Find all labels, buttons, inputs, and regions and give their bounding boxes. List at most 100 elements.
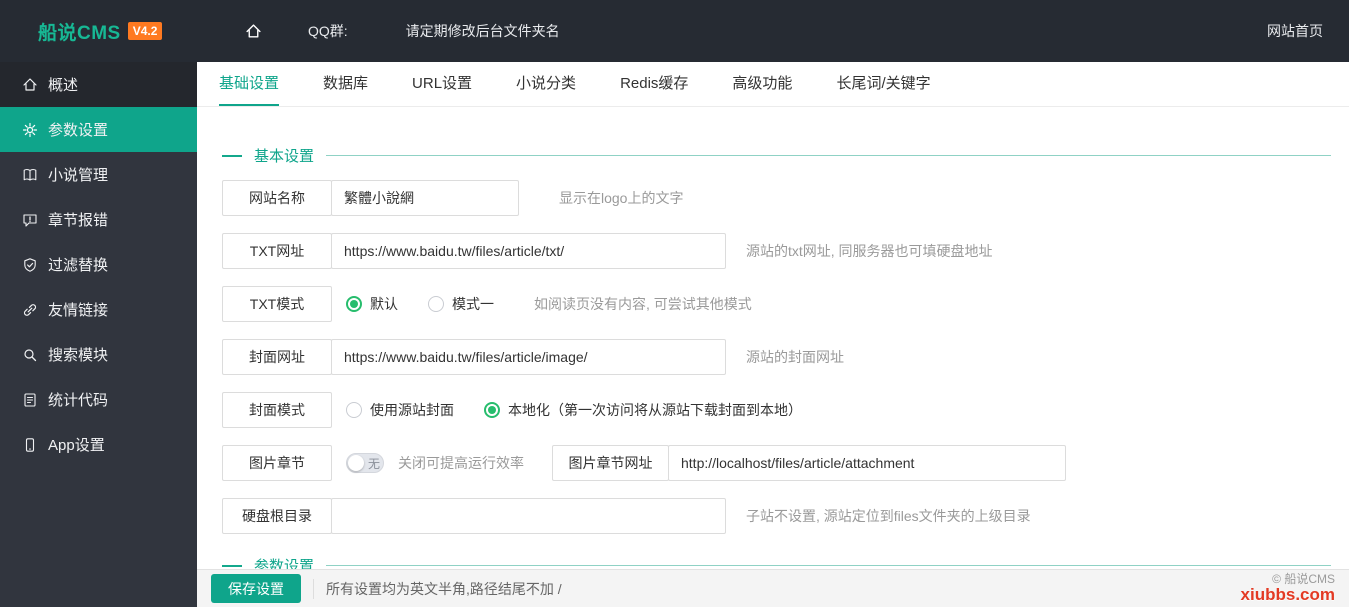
sidebar-item-label: 概述	[48, 77, 79, 94]
logo-area: 船说CMS V4.2	[0, 0, 197, 62]
tab-basic-settings[interactable]: 基础设置	[219, 62, 280, 106]
home-icon	[22, 77, 38, 93]
sidebar-item-settings[interactable]: 参数设置	[0, 107, 197, 152]
disk-root-input[interactable]	[331, 498, 726, 534]
tab-longtail-keywords[interactable]: 长尾词/关键字	[836, 62, 930, 106]
qq-group-label: QQ群:	[308, 23, 348, 39]
app-logo: 船说CMS	[38, 22, 121, 44]
sidebar-item-label: 参数设置	[48, 122, 109, 139]
radio-unchecked-icon	[346, 402, 362, 418]
site-name-label: 网站名称	[222, 180, 332, 216]
image-chapter-url-label: 图片章节网址	[552, 445, 669, 481]
sidebar-item-app-settings[interactable]: App设置	[0, 422, 197, 467]
settings-form: 基本设置 网站名称 显示在logo上的文字 TXT网址 源站的txt网址, 同服…	[197, 107, 1349, 569]
footer-note: 所有设置均为英文半角,路径结尾不加 /	[313, 578, 562, 599]
sidebar-item-label: 搜索模块	[48, 347, 109, 364]
main-panel: 基础设置 数据库 URL设置 小说分类 Redis缓存 高级功能 长尾词/关键字…	[197, 62, 1349, 607]
copyright-text: © 船说CMS	[1272, 572, 1335, 587]
site-name-hint: 显示在logo上的文字	[559, 190, 684, 206]
cover-url-hint: 源站的封面网址	[746, 349, 844, 365]
toggle-state-label: 无	[368, 456, 381, 471]
form-row-disk-root: 硬盘根目录 子站不设置, 源站定位到files文件夹的上级目录	[222, 498, 1331, 534]
sidebar-item-label: 章节报错	[48, 212, 109, 229]
txt-url-input[interactable]	[331, 233, 726, 269]
version-badge: V4.2	[127, 22, 163, 40]
tab-novel-categories[interactable]: 小说分类	[516, 62, 576, 106]
link-icon	[22, 302, 38, 318]
tab-advanced[interactable]: 高级功能	[732, 62, 792, 106]
section-title: 基本设置	[254, 148, 315, 165]
home-icon[interactable]	[245, 23, 262, 40]
tab-redis-cache[interactable]: Redis缓存	[620, 62, 688, 106]
sidebar-item-novel-manage[interactable]: 小说管理	[0, 152, 197, 197]
radio-label: 使用源站封面	[370, 402, 454, 418]
sidebar-item-overview[interactable]: 概述	[0, 62, 197, 107]
section-dash	[222, 154, 242, 157]
section-rule	[326, 565, 1331, 566]
form-row-txt-mode: TXT模式 默认 模式一 如阅读页没有内容, 可尝试其他模式	[222, 286, 1331, 322]
txt-url-hint: 源站的txt网址, 同服务器也可填硬盘地址	[746, 243, 993, 259]
txt-mode-hint: 如阅读页没有内容, 可尝试其他模式	[534, 296, 752, 312]
admin-notice: 请定期修改后台文件夹名	[405, 23, 560, 39]
sidebar: 概述 参数设置 小说管理 章节报错 过滤替换 友情链接 搜索模块 统计代码 Ap…	[0, 62, 197, 607]
sidebar-item-label: 友情链接	[48, 302, 109, 319]
sidebar-item-label: App设置	[48, 437, 105, 454]
footer-right: © 船说CMS xiubbs.com	[1241, 573, 1335, 603]
radio-label: 本地化（第一次访问将从源站下载封面到本地）	[508, 402, 802, 418]
phone-icon	[22, 437, 38, 453]
footer-bar: 保存设置 所有设置均为英文半角,路径结尾不加 / © 船说CMS xiubbs.…	[197, 569, 1349, 607]
sidebar-item-search-module[interactable]: 搜索模块	[0, 332, 197, 377]
image-chapter-label: 图片章节	[222, 445, 332, 481]
section-title: 参数设置	[254, 558, 315, 569]
radio-label: 模式一	[452, 296, 494, 312]
search-icon	[22, 347, 38, 363]
sidebar-item-label: 统计代码	[48, 392, 109, 409]
image-chapter-toggle[interactable]: 无	[346, 453, 384, 473]
sidebar-item-filter-replace[interactable]: 过滤替换	[0, 242, 197, 287]
sidebar-item-chapter-errors[interactable]: 章节报错	[0, 197, 197, 242]
section-dash	[222, 564, 242, 567]
cover-url-label: 封面网址	[222, 339, 332, 375]
cover-mode-label: 封面模式	[222, 392, 332, 428]
sidebar-item-stats-code[interactable]: 统计代码	[0, 377, 197, 422]
radio-cover-mode-local[interactable]: 本地化（第一次访问将从源站下载封面到本地）	[484, 400, 802, 420]
cover-url-input[interactable]	[331, 339, 726, 375]
section-param-settings: 参数设置	[222, 555, 1331, 569]
gear-icon	[22, 122, 38, 138]
shield-check-icon	[22, 257, 38, 273]
image-chapter-url-input[interactable]	[668, 445, 1066, 481]
site-name-input[interactable]	[331, 180, 519, 216]
save-settings-button[interactable]: 保存设置	[211, 574, 301, 603]
txt-mode-label: TXT模式	[222, 286, 332, 322]
sidebar-item-label: 过滤替换	[48, 257, 109, 274]
form-row-txt-url: TXT网址 源站的txt网址, 同服务器也可填硬盘地址	[222, 233, 1331, 269]
radio-checked-icon	[346, 296, 362, 312]
form-row-cover-url: 封面网址 源站的封面网址	[222, 339, 1331, 375]
sidebar-item-label: 小说管理	[48, 167, 109, 184]
section-rule	[326, 155, 1331, 156]
sidebar-item-friend-links[interactable]: 友情链接	[0, 287, 197, 332]
tab-url-settings[interactable]: URL设置	[412, 62, 472, 106]
site-home-link[interactable]: 网站首页	[1267, 21, 1323, 41]
form-row-image-chapter: 图片章节 无 关闭可提高运行效率 图片章节网址	[222, 445, 1331, 481]
form-row-cover-mode: 封面模式 使用源站封面 本地化（第一次访问将从源站下载封面到本地）	[222, 392, 1331, 428]
tab-database[interactable]: 数据库	[323, 62, 368, 106]
form-row-site-name: 网站名称 显示在logo上的文字	[222, 180, 1331, 216]
radio-cover-mode-source[interactable]: 使用源站封面	[346, 400, 454, 420]
radio-txt-mode-default[interactable]: 默认	[346, 294, 398, 314]
disk-root-hint: 子站不设置, 源站定位到files文件夹的上级目录	[746, 508, 1031, 524]
radio-txt-mode-one[interactable]: 模式一	[428, 294, 494, 314]
image-chapter-hint: 关闭可提高运行效率	[398, 455, 524, 471]
topbar-main: QQ群: 请定期修改后台文件夹名 网站首页	[197, 0, 1349, 62]
settings-tabs: 基础设置 数据库 URL设置 小说分类 Redis缓存 高级功能 长尾词/关键字	[197, 62, 1349, 107]
radio-checked-icon	[484, 402, 500, 418]
topbar: 船说CMS V4.2 QQ群: 请定期修改后台文件夹名 网站首页	[0, 0, 1349, 62]
watermark-text: xiubbs.com	[1240, 584, 1335, 604]
radio-label: 默认	[370, 296, 398, 312]
alert-bubble-icon	[22, 212, 38, 228]
code-doc-icon	[22, 392, 38, 408]
radio-unchecked-icon	[428, 296, 444, 312]
disk-root-label: 硬盘根目录	[222, 498, 332, 534]
book-icon	[22, 167, 38, 183]
txt-url-label: TXT网址	[222, 233, 332, 269]
